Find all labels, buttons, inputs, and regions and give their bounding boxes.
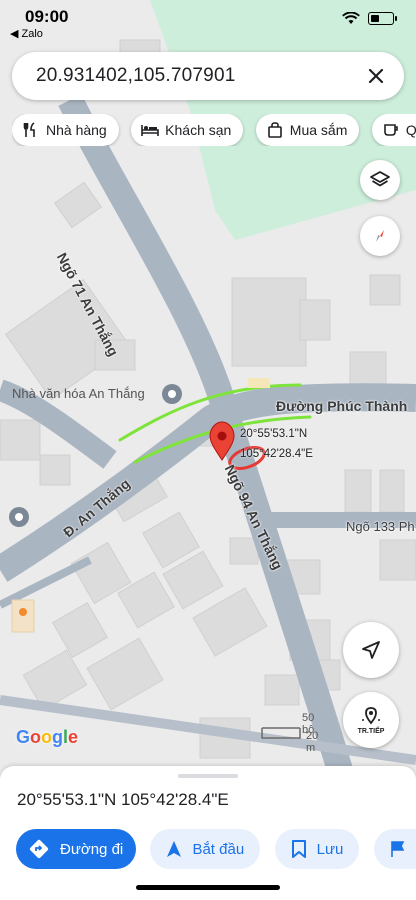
- shopping-icon: [266, 121, 284, 139]
- directions-button[interactable]: Đường đi: [16, 829, 136, 869]
- flag-icon: [390, 840, 406, 858]
- coffee-icon: [382, 121, 400, 139]
- category-chips: Nhà hàng Khách sạn Mua sắm Quán: [12, 114, 416, 146]
- street-label-phuc-thanh: Đường Phúc Thành: [276, 398, 408, 414]
- directions-icon: [28, 838, 50, 860]
- poi-marker-icon: [162, 384, 182, 404]
- pin-lng-label: 105°42'28.4"E: [240, 448, 313, 460]
- layers-icon: [370, 171, 390, 187]
- close-icon[interactable]: [362, 62, 390, 90]
- chip-hotels[interactable]: Khách sạn: [131, 114, 244, 146]
- navigation-arrow-icon: [362, 641, 380, 659]
- chip-coffee[interactable]: Quán: [371, 114, 416, 146]
- street-view-icon: [362, 707, 380, 725]
- google-logo: Google: [16, 727, 79, 747]
- label-button[interactable]: Th: [373, 829, 416, 869]
- chip-restaurants[interactable]: Nhà hàng: [12, 114, 119, 146]
- directions-label: Đường đi: [60, 840, 124, 858]
- coordinates-text: 20°55'53.1"N 105°42'28.4"E: [17, 790, 229, 809]
- home-indicator[interactable]: [136, 885, 280, 890]
- battery-icon: [368, 12, 397, 25]
- shop-strip: [248, 378, 270, 388]
- street-view-label: TR.TIẾP: [357, 728, 385, 735]
- bookmark-icon: [291, 839, 307, 859]
- scale-meters: 20 m: [306, 730, 319, 754]
- place-sheet[interactable]: 20°55'53.1"N 105°42'28.4"E Đường đi Bắt …: [0, 766, 416, 900]
- status-time: 09:00: [25, 7, 69, 26]
- chip-label: Mua sắm: [289, 122, 348, 138]
- street-label-ngo133: Ngõ 133 Ph: [346, 519, 415, 534]
- search-bar[interactable]: 20.931402,105.707901: [12, 52, 404, 100]
- sheet-drag-handle[interactable]: [178, 774, 238, 778]
- compass-icon: [376, 230, 384, 242]
- chip-label: Quán: [405, 122, 416, 138]
- hotel-icon: [141, 121, 159, 139]
- save-button[interactable]: Lưu: [274, 829, 360, 869]
- start-button[interactable]: Bắt đầu: [150, 829, 261, 869]
- poi-marker-left-icon: [9, 507, 29, 527]
- save-label: Lưu: [316, 840, 344, 858]
- pin-lat-label: 20°55'53.1"N: [240, 428, 308, 440]
- chip-shopping[interactable]: Mua sắm: [255, 114, 360, 146]
- start-label: Bắt đầu: [192, 840, 245, 858]
- compass-button[interactable]: [360, 216, 400, 256]
- layers-button[interactable]: [360, 160, 400, 200]
- chip-label: Khách sạn: [165, 122, 232, 138]
- street-view-button[interactable]: TR.TIẾP: [343, 692, 399, 748]
- navigation-arrow-icon: [166, 840, 182, 858]
- shop-marker-icon: [11, 599, 35, 633]
- wifi-icon: [342, 12, 360, 24]
- status-bar: 09:00 ◀ Zalo: [0, 0, 416, 44]
- poi-label[interactable]: Nhà văn hóa An Thắng: [12, 386, 145, 401]
- restaurant-icon: [22, 121, 40, 139]
- action-buttons: Đường đi Bắt đầu Lưu Th: [16, 829, 416, 869]
- search-input[interactable]: 20.931402,105.707901: [36, 65, 235, 87]
- back-to-app-link[interactable]: ◀ Zalo: [10, 27, 43, 40]
- my-location-button[interactable]: [343, 622, 399, 678]
- chip-label: Nhà hàng: [46, 122, 107, 138]
